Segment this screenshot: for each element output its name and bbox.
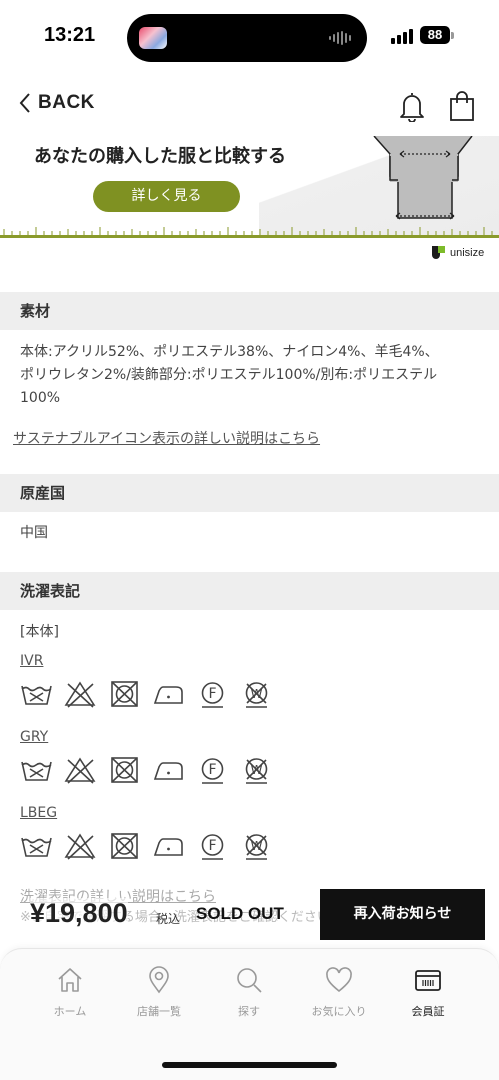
back-label: BACK	[38, 92, 95, 113]
search-icon	[237, 968, 262, 993]
shirt-measure-icon	[373, 136, 473, 220]
material-line: 100%	[20, 390, 61, 406]
hand-wash-icon	[21, 761, 52, 781]
no-bleach-icon	[64, 757, 96, 784]
tab-label: 会員証	[411, 1005, 445, 1018]
audio-waveform-icon	[329, 31, 351, 45]
location-pin-icon	[149, 966, 169, 994]
no-tumble-dry-icon	[111, 833, 138, 859]
tab-label: 探す	[238, 1005, 260, 1018]
svg-text:F: F	[208, 838, 216, 854]
no-wet-clean-icon: W	[245, 758, 268, 784]
banner-detail-button[interactable]: 詳しく見る	[93, 181, 240, 212]
no-tumble-dry-icon	[111, 757, 138, 783]
dry-clean-f-icon: F	[201, 834, 224, 860]
tab-member-card[interactable]: 会員証	[383, 965, 473, 1019]
size-compare-banner[interactable]: あなたの購入した服と比較する 詳しく見る	[0, 136, 499, 238]
material-heading: 素材	[0, 292, 499, 330]
iron-low-icon	[153, 838, 183, 856]
iron-low-icon	[153, 762, 183, 780]
price: ¥19,800	[30, 898, 128, 929]
home-icon	[58, 968, 82, 992]
battery-icon: 88	[420, 26, 450, 44]
unisize-brand: unisize	[432, 246, 484, 259]
purchase-bar: 洗濯表記の詳しい説明はこちら ※ご自宅で洗濯する場合、洗濯表記をご確認ください。…	[0, 886, 499, 946]
tab-label: ホーム	[53, 1005, 87, 1018]
origin-heading: 原産国	[0, 474, 499, 512]
heart-icon	[326, 967, 352, 993]
restock-notify-button[interactable]: 再入荷お知らせ	[320, 889, 485, 940]
tab-label: お気に入り	[311, 1005, 367, 1018]
hand-wash-icon	[21, 837, 52, 857]
status-bar: 13:21 88	[0, 0, 499, 72]
dry-clean-f-icon: F	[201, 682, 224, 708]
battery-tip	[451, 32, 454, 39]
iron-low-icon	[153, 686, 183, 704]
status-time: 13:21	[44, 24, 96, 46]
care-color-label: IVR	[20, 653, 44, 669]
cellular-signal-icon	[391, 28, 413, 44]
svg-text:F: F	[208, 686, 216, 702]
material-line: 本体:アクリル52%、ポリエステル38%、ナイロン4%、羊毛4%、	[20, 344, 439, 360]
material-line: ポリウレタン2%/装飾部分:ポリエステル100%/別布:ポリエステル	[20, 367, 438, 383]
sustainable-icon-link[interactable]: サステナブルアイコン表示の詳しい説明はこちら	[13, 428, 320, 448]
hand-wash-icon	[21, 685, 52, 705]
tab-label: 店舗一覧	[137, 1005, 181, 1018]
svg-text:F: F	[208, 762, 216, 778]
no-bleach-icon	[64, 681, 96, 708]
care-body-label: [本体]	[20, 624, 59, 640]
no-wet-clean-icon: W	[245, 834, 268, 860]
shopping-bag-icon[interactable]	[449, 90, 475, 122]
care-icons-row: FW	[20, 832, 273, 860]
unisize-label: unisize	[450, 246, 485, 259]
origin-value: 中国	[20, 525, 48, 541]
no-tumble-dry-icon	[111, 681, 138, 707]
material-text: 本体:アクリル52%、ポリエステル38%、ナイロン4%、羊毛4%、 ポリウレタン…	[20, 341, 482, 410]
unisize-logo-icon	[432, 246, 445, 259]
member-card-icon	[415, 970, 441, 991]
dry-clean-f-icon: F	[201, 758, 224, 784]
app-header: BACK	[0, 80, 499, 136]
care-color-label: LBEG	[20, 805, 58, 821]
chevron-left-icon	[19, 93, 30, 113]
ruler-decoration	[3, 227, 493, 235]
banner-title: あなたの購入した服と比較する	[34, 146, 286, 167]
care-icons-row: FW	[20, 756, 273, 784]
bottom-tab-bar: ホーム 店舗一覧 探す お気に入り 会員証	[0, 948, 499, 1080]
now-playing-artwork	[139, 27, 167, 49]
home-indicator	[162, 1062, 337, 1068]
tab-stores[interactable]: 店舗一覧	[114, 965, 204, 1019]
tab-home[interactable]: ホーム	[25, 965, 115, 1019]
tab-search[interactable]: 探す	[204, 965, 294, 1019]
care-color-label: GRY	[20, 729, 49, 745]
no-bleach-icon	[64, 833, 96, 860]
dynamic-island	[127, 14, 367, 62]
notification-bell-icon[interactable]	[398, 90, 426, 122]
stock-status: SOLD OUT	[196, 904, 284, 923]
no-wet-clean-icon: W	[245, 682, 268, 708]
care-heading: 洗濯表記	[0, 572, 499, 610]
care-icons-row: FW	[20, 680, 273, 708]
back-button[interactable]: BACK	[18, 92, 95, 114]
tax-label: 税込	[156, 912, 181, 926]
tab-favorites[interactable]: お気に入り	[294, 965, 384, 1019]
